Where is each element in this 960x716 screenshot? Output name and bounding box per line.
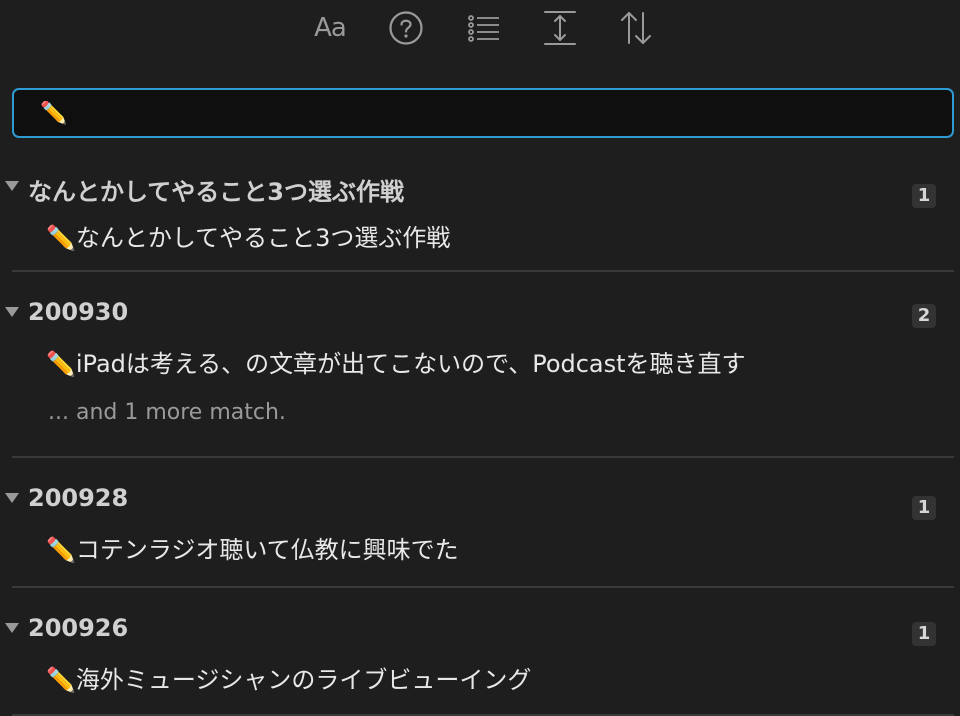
expand-vertical-icon [544, 11, 576, 45]
result-file-header[interactable]: 200928 1 [0, 472, 960, 524]
result-file-header[interactable]: 200926 1 [0, 602, 960, 654]
sort-order-button[interactable] [614, 8, 658, 48]
collapse-triangle-icon[interactable] [5, 493, 19, 503]
match-count-badge: 1 [912, 496, 936, 520]
result-group: 200930 2 ✏️iPadは考える、の文章が出てこないので、Podcastを… [0, 286, 960, 458]
result-group: なんとかしてやること3つ選ぶ作戦 1 ✏️なんとかしてやること3つ選ぶ作戦 [0, 160, 960, 272]
result-file-header[interactable]: なんとかしてやること3つ選ぶ作戦 1 [0, 160, 960, 212]
show-more-context-button[interactable] [538, 8, 582, 48]
search-match[interactable]: ✏️iPadは考える、の文章が出てこないので、Podcastを聴き直す [46, 338, 960, 384]
search-match[interactable]: ✏️コテンラジオ聴いて仏教に興味でた [46, 524, 960, 570]
match-text: ✏️iPadは考える、の文章が出てこないので、Podcastを聴き直す [46, 349, 746, 378]
search-match[interactable]: ✏️なんとかしてやること3つ選ぶ作戦 [46, 212, 960, 258]
result-file-title: なんとかしてやること3つ選ぶ作戦 [28, 178, 404, 206]
more-matches-link[interactable]: ... and 1 more match. [48, 384, 960, 442]
match-text: ✏️なんとかしてやること3つ選ぶ作戦 [46, 223, 451, 252]
sort-icon [621, 12, 651, 44]
match-count-badge: 1 [912, 184, 936, 208]
match-count-badge: 1 [912, 622, 936, 646]
result-group: 200928 1 ✏️コテンラジオ聴いて仏教に興味でた [0, 472, 960, 588]
collapse-triangle-icon[interactable] [5, 307, 19, 317]
collapse-results-button[interactable] [462, 8, 506, 48]
help-button[interactable] [384, 8, 428, 48]
result-file-header[interactable]: 200930 2 [0, 286, 960, 338]
match-count-badge: 2 [912, 304, 936, 328]
search-field[interactable] [12, 88, 954, 138]
result-group: 200926 1 ✏️海外ミュージシャンのライブビューイング [0, 602, 960, 716]
result-file-title: 200926 [28, 614, 129, 642]
search-input[interactable] [14, 100, 952, 126]
font-size-button[interactable]: Aa [308, 8, 352, 48]
list-icon [468, 15, 499, 42]
divider [12, 270, 954, 272]
result-file-title: 200930 [28, 298, 129, 326]
match-text: ✏️コテンラジオ聴いて仏教に興味でた [46, 535, 459, 564]
divider [12, 456, 954, 458]
search-toolbar: Aa [0, 0, 960, 60]
collapse-triangle-icon[interactable] [5, 181, 19, 191]
search-match[interactable]: ✏️海外ミュージシャンのライブビューイング [46, 654, 960, 700]
font-size-icon: Aa [314, 13, 347, 43]
match-text: ✏️海外ミュージシャンのライブビューイング [46, 665, 532, 694]
collapse-triangle-icon[interactable] [5, 623, 19, 633]
help-circle-icon [389, 11, 423, 45]
search-results: なんとかしてやること3つ選ぶ作戦 1 ✏️なんとかしてやること3つ選ぶ作戦 20… [0, 160, 960, 716]
divider [12, 586, 954, 588]
result-file-title: 200928 [28, 484, 129, 512]
